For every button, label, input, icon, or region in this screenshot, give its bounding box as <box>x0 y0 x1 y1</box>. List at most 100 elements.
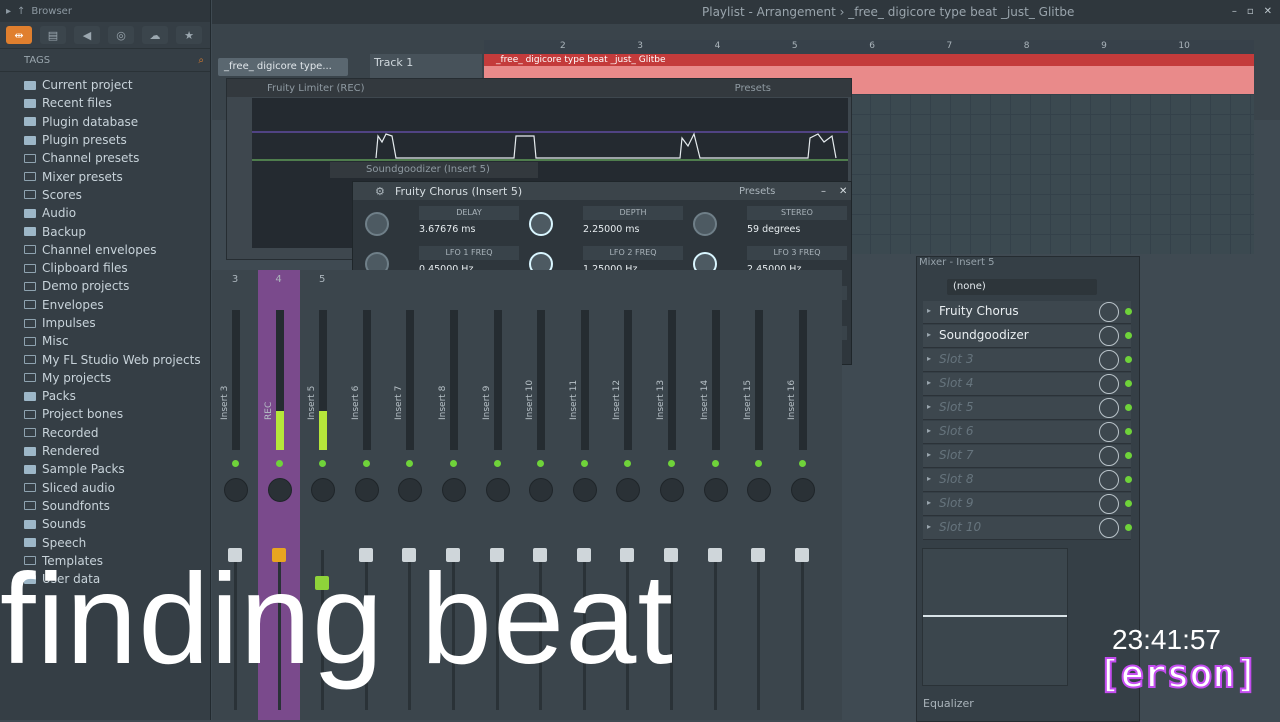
pan-knob[interactable] <box>660 478 684 502</box>
expand-arrow-icon[interactable]: ▸ <box>927 330 931 339</box>
browser-item[interactable]: Recorded <box>24 424 210 442</box>
effect-slot[interactable]: ▸ Slot 7 <box>923 445 1132 468</box>
mute-led-icon[interactable] <box>406 460 414 467</box>
mute-led-icon[interactable] <box>580 460 588 467</box>
mute-led-icon[interactable] <box>537 460 545 467</box>
mute-led-icon[interactable] <box>450 460 457 467</box>
expand-arrow-icon[interactable]: ▸ <box>927 402 931 411</box>
volume-fader[interactable] <box>757 550 761 710</box>
pan-knob[interactable] <box>572 478 597 502</box>
slot-enable-led-icon[interactable] <box>1125 380 1132 387</box>
browser-item[interactable]: Demo projects <box>24 277 210 295</box>
browser-item[interactable]: Project bones <box>24 405 210 423</box>
browser-item[interactable]: Backup <box>24 222 210 240</box>
timeline-ruler[interactable]: 2 3 4 5 6 7 8 9 10 <box>484 40 1254 54</box>
browser-item[interactable]: Packs <box>24 387 210 405</box>
browser-speaker-button[interactable]: ◀ <box>74 26 100 44</box>
pan-knob[interactable] <box>529 478 554 502</box>
slot-enable-led-icon[interactable] <box>1125 404 1132 411</box>
browser-item[interactable]: Scores <box>24 186 210 204</box>
expand-arrow-icon[interactable]: ▸ <box>927 378 931 387</box>
volume-fader[interactable] <box>713 550 717 710</box>
chorus-presets[interactable]: Presets <box>739 186 775 197</box>
effect-slot[interactable]: ▸ Slot 5 <box>923 397 1132 420</box>
mix-knob-icon[interactable] <box>1099 302 1119 322</box>
pattern-tab[interactable]: _free_ digicore type... <box>218 58 348 76</box>
gear-icon[interactable]: ⚙ <box>375 185 385 198</box>
pan-knob[interactable] <box>703 478 728 502</box>
browser-star-button[interactable]: ★ <box>176 26 202 44</box>
insert-preset-select[interactable]: (none) <box>947 279 1097 295</box>
maximize-icon[interactable]: ▫ <box>1247 6 1254 17</box>
mix-knob-icon[interactable] <box>1099 470 1119 490</box>
fader-handle[interactable] <box>707 548 722 562</box>
mute-led-icon[interactable] <box>362 460 370 467</box>
browser-item[interactable]: Rendered <box>24 442 210 460</box>
expand-arrow-icon[interactable]: ▸ <box>927 450 931 459</box>
browser-item[interactable]: Sounds <box>24 515 210 533</box>
pan-knob[interactable] <box>311 478 336 502</box>
browser-item[interactable]: Plugin database <box>24 113 210 131</box>
slot-enable-led-icon[interactable] <box>1125 452 1132 459</box>
mix-knob-icon[interactable] <box>1099 422 1119 442</box>
pan-knob[interactable] <box>354 478 379 502</box>
soundgoodizer-titlebar[interactable]: Soundgoodizer (Insert 5) <box>330 162 538 178</box>
pan-knob[interactable] <box>398 478 423 502</box>
pan-knob[interactable] <box>224 478 248 502</box>
browser-item[interactable]: Soundfonts <box>24 497 210 515</box>
mute-led-icon[interactable] <box>755 460 763 467</box>
knob-icon[interactable] <box>693 212 717 236</box>
mix-knob-icon[interactable] <box>1099 518 1119 538</box>
pan-knob[interactable] <box>616 478 641 502</box>
browser-item[interactable]: Current project <box>24 76 210 94</box>
browser-item[interactable]: Recent files <box>24 94 210 112</box>
pan-knob[interactable] <box>485 478 510 502</box>
mixer-strip[interactable]: Insert 15 <box>737 270 779 720</box>
browser-item[interactable]: Misc <box>24 332 210 350</box>
browser-item[interactable]: Impulses <box>24 314 210 332</box>
mix-knob-icon[interactable] <box>1099 326 1119 346</box>
slot-enable-led-icon[interactable] <box>1125 524 1132 531</box>
mix-knob-icon[interactable] <box>1099 446 1119 466</box>
browser-item[interactable]: Mixer presets <box>24 167 210 185</box>
pan-knob[interactable] <box>747 478 772 502</box>
fader-handle[interactable] <box>794 548 809 562</box>
search-icon[interactable]: ⌕ <box>198 55 204 66</box>
slot-enable-led-icon[interactable] <box>1125 356 1132 363</box>
knob-icon[interactable] <box>365 212 389 236</box>
mix-knob-icon[interactable] <box>1099 398 1119 418</box>
browser-item[interactable]: Clipboard files <box>24 259 210 277</box>
equalizer-graph[interactable] <box>922 548 1068 686</box>
effect-slot[interactable]: ▸ Soundgoodizer <box>923 325 1132 348</box>
mute-led-icon[interactable] <box>668 460 675 467</box>
browser-item[interactable]: Channel envelopes <box>24 241 210 259</box>
expand-arrow-icon[interactable]: ▸ <box>927 426 931 435</box>
browser-file-button[interactable]: ▤ <box>40 26 66 44</box>
slot-enable-led-icon[interactable] <box>1125 308 1132 315</box>
browser-item[interactable]: Sample Packs <box>24 460 210 478</box>
arrow-left-icon[interactable]: ▸ <box>6 6 11 17</box>
browser-cloud-button[interactable]: ☁ <box>142 26 168 44</box>
mute-led-icon[interactable] <box>493 460 501 467</box>
fader-handle[interactable] <box>751 548 766 562</box>
effect-slot[interactable]: ▸ Slot 10 <box>923 517 1132 540</box>
effect-slot[interactable]: ▸ Fruity Chorus <box>923 301 1132 324</box>
pan-knob[interactable] <box>790 478 815 502</box>
expand-arrow-icon[interactable]: ▸ <box>927 306 931 315</box>
browser-item[interactable]: Audio <box>24 204 210 222</box>
effect-slot[interactable]: ▸ Slot 9 <box>923 493 1132 516</box>
pan-knob[interactable] <box>442 478 466 502</box>
expand-arrow-icon[interactable]: ▸ <box>927 474 931 483</box>
mute-led-icon[interactable] <box>798 460 806 467</box>
slot-enable-led-icon[interactable] <box>1125 332 1132 339</box>
mix-knob-icon[interactable] <box>1099 374 1119 394</box>
effect-slot[interactable]: ▸ Slot 8 <box>923 469 1132 492</box>
browser-item[interactable]: Envelopes <box>24 296 210 314</box>
effect-slot[interactable]: ▸ Slot 3 <box>923 349 1132 372</box>
expand-arrow-icon[interactable]: ▸ <box>927 498 931 507</box>
limiter-presets[interactable]: Presets <box>735 83 771 94</box>
effect-slot[interactable]: ▸ Slot 6 <box>923 421 1132 444</box>
mix-knob-icon[interactable] <box>1099 350 1119 370</box>
mixer-strip[interactable]: Insert 16 <box>781 270 823 720</box>
browser-item[interactable]: Plugin presets <box>24 131 210 149</box>
